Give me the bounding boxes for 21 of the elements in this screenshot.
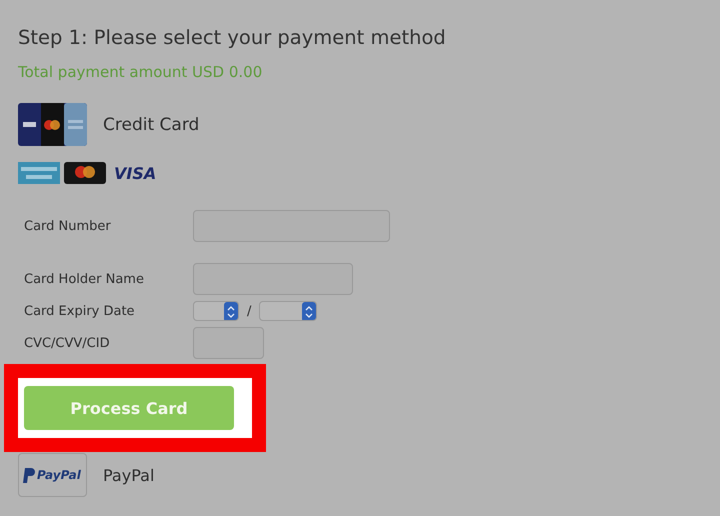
input-field[interactable] [193, 210, 390, 242]
card-brands-icon [18, 103, 87, 146]
field-label: Card Holder Name [24, 272, 145, 286]
page-heading: Step 1: Please select your payment method [18, 26, 447, 49]
payment-option-label[interactable]: PayPal [103, 466, 154, 484]
month-select[interactable] [193, 301, 239, 321]
field-label: Card Expiry Date [24, 304, 136, 318]
field-label: CVC/CVV/CID [24, 336, 111, 350]
input-field[interactable] [193, 263, 353, 295]
amex-card-icon [18, 162, 60, 184]
stepper-arrows-icon [224, 302, 238, 320]
field-label: Card Number [24, 218, 112, 234]
total-amount: Total payment amount USD 0.00 [18, 63, 264, 81]
separator: / [247, 304, 252, 318]
year-select[interactable] [259, 301, 318, 321]
payment-option-label[interactable]: Credit Card [103, 114, 200, 134]
input-field[interactable] [193, 327, 264, 359]
mastercard-icon [64, 162, 106, 184]
stepper-arrows-icon [302, 302, 316, 320]
visa-logo: VISA [114, 164, 156, 182]
paypal-logo: PayPal [18, 453, 87, 497]
